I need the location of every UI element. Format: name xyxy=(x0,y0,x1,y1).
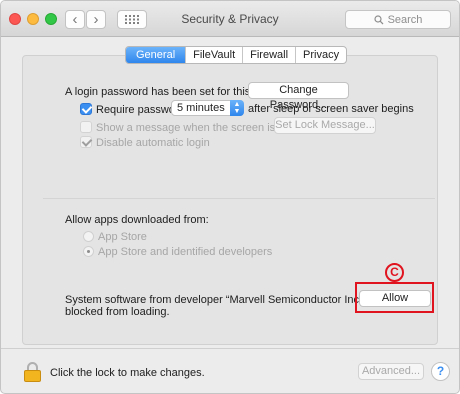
annotation-highlight-box xyxy=(355,282,434,313)
footer-divider xyxy=(1,348,459,349)
require-delay-select[interactable]: 5 minutes ▲ ▼ xyxy=(171,100,244,116)
identified-developers-label: App Store and identified developers xyxy=(98,246,273,258)
lock-icon[interactable] xyxy=(23,361,42,382)
blocked-message-line2: blocked from loading. xyxy=(65,306,170,318)
change-password-button[interactable]: Change Password... xyxy=(248,82,349,111)
annotation-callout: C xyxy=(385,263,404,282)
require-password-row: Require password xyxy=(80,103,185,116)
tab-privacy[interactable]: Privacy xyxy=(295,47,346,63)
security-privacy-window: ‹ › Security & Privacy Search General Fi… xyxy=(0,0,460,394)
disable-auto-login-label: Disable automatic login xyxy=(96,137,210,149)
app-store-option: App Store xyxy=(83,231,147,243)
disable-auto-login-checkbox[interactable] xyxy=(80,136,92,148)
titlebar: ‹ › Security & Privacy Search xyxy=(1,1,459,37)
show-message-checkbox[interactable] xyxy=(80,121,92,133)
require-delay-value: 5 minutes xyxy=(177,102,225,114)
search-input[interactable]: Search xyxy=(345,10,451,29)
require-password-checkbox[interactable] xyxy=(80,103,92,115)
disable-auto-login-row: Disable automatic login xyxy=(80,136,210,149)
search-placeholder: Search xyxy=(387,13,423,26)
section-divider xyxy=(43,198,435,199)
tab-filevault[interactable]: FileVault xyxy=(185,47,242,63)
identified-developers-option: App Store and identified developers xyxy=(83,246,272,258)
tab-bar: General FileVault Firewall Privacy xyxy=(125,46,348,64)
select-arrows-icon: ▲ ▼ xyxy=(230,100,244,116)
search-icon xyxy=(373,14,384,24)
tab-general[interactable]: General xyxy=(126,47,186,63)
lock-text: Click the lock to make changes. xyxy=(50,367,205,379)
advanced-button[interactable]: Advanced... xyxy=(358,363,424,380)
allow-apps-heading: Allow apps downloaded from: xyxy=(65,214,209,226)
app-store-radio[interactable] xyxy=(83,231,94,242)
tab-firewall[interactable]: Firewall xyxy=(242,47,295,63)
blocked-message-line1: System software from developer “Marvell … xyxy=(65,294,386,306)
require-password-suffix: after sleep or screen saver begins xyxy=(248,103,414,115)
app-store-label: App Store xyxy=(98,231,147,243)
set-lock-message-button[interactable]: Set Lock Message... xyxy=(274,117,376,134)
identified-developers-radio[interactable] xyxy=(83,246,94,257)
help-icon[interactable]: ? xyxy=(431,362,450,381)
login-password-text: A login password has been set for this u… xyxy=(65,86,275,98)
